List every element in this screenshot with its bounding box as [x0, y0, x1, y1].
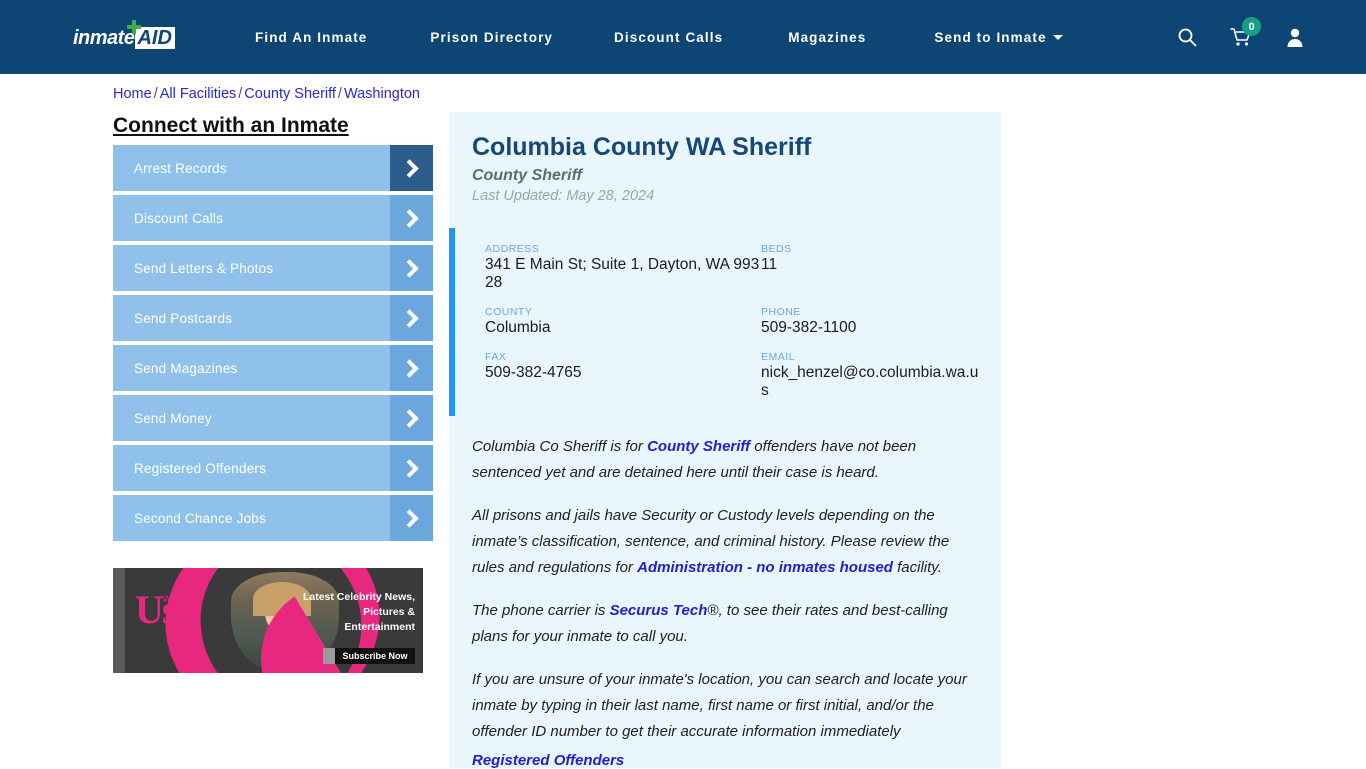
- link-administration-no-inmates-housed[interactable]: Administration - no inmates housed: [637, 559, 893, 576]
- sidebar-item-label: Registered Offenders: [134, 460, 267, 476]
- medical-cross-icon: [127, 20, 142, 34]
- chevron-right-icon: [390, 445, 433, 491]
- top-navigation-bar: inmate AID Find An Inmate Prison Directo…: [0, 0, 1366, 74]
- field-value: 11: [761, 256, 778, 273]
- breadcrumb-item-all-facilities[interactable]: All Facilities: [160, 86, 237, 102]
- breadcrumb-separator: /: [238, 86, 243, 102]
- nav-icon-group: 0: [1176, 0, 1306, 74]
- field-value: 509-382-4765: [485, 364, 582, 381]
- sidebar-item-discount-calls[interactable]: Discount Calls: [113, 195, 433, 241]
- facility-description: Columbia Co Sheriff is for County Sherif…: [472, 434, 978, 769]
- nav-item-magazines[interactable]: Magazines: [788, 30, 866, 45]
- breadcrumb: Home / All Facilities / County Sheriff / Washi…: [113, 86, 420, 102]
- nav-item-send-to-inmate-label: Send to Inmate: [934, 29, 1047, 45]
- link-county-sheriff[interactable]: County Sheriff: [647, 438, 750, 455]
- sidebar-item-label: Discount Calls: [134, 210, 224, 226]
- nav-item-send-to-inmate[interactable]: Send to Inmate: [934, 29, 1063, 45]
- link-securus-tech[interactable]: Securus Tech: [610, 602, 708, 619]
- sidebar-item-second-chance-jobs[interactable]: Second Chance Jobs: [113, 495, 433, 541]
- logo-text-aid: AID: [127, 20, 175, 49]
- field-value: nick_henzel@co.columbia.wa.us: [761, 364, 979, 399]
- facility-type: County Sheriff: [472, 167, 582, 184]
- facility-last-updated: Last Updated: May 28, 2024: [472, 188, 655, 204]
- facility-field-address: ADDRESS 341 E Main St; Suite 1, Dayton, …: [485, 243, 761, 292]
- chevron-right-icon: [390, 195, 433, 241]
- chevron-right-icon: [390, 295, 433, 341]
- facility-field-email: EMAIL nick_henzel@co.columbia.wa.us: [761, 351, 979, 400]
- facility-field-county: COUNTY Columbia: [485, 306, 761, 337]
- nav-item-discount-calls[interactable]: Discount Calls: [614, 30, 723, 45]
- facility-info-grid: ADDRESS 341 E Main St; Suite 1, Dayton, …: [485, 243, 979, 400]
- ad-left-strip: [113, 568, 125, 673]
- chevron-right-icon: [390, 495, 433, 541]
- sidebar-item-send-postcards[interactable]: Send Postcards: [113, 295, 433, 341]
- nav-item-prison-directory[interactable]: Prison Directory: [430, 30, 553, 45]
- logo-aid-label: AID: [137, 27, 172, 49]
- link-registered-offenders[interactable]: Registered Offenders: [472, 752, 978, 769]
- ad-headline: Latest Celebrity News, Pictures & Entert…: [302, 591, 415, 633]
- description-paragraph-4: If you are unsure of your inmate's locat…: [472, 667, 978, 745]
- breadcrumb-separator: /: [337, 86, 342, 102]
- cart-count-badge: 0: [1242, 17, 1261, 36]
- sidebar-item-arrest-records[interactable]: Arrest Records: [113, 145, 433, 191]
- sidebar-item-label: Send Magazines: [134, 360, 238, 376]
- field-value: 341 E Main St; Suite 1, Dayton, WA 99328: [485, 256, 760, 291]
- facility-field-phone: PHONE 509-382-1100: [761, 306, 979, 337]
- facility-detail-panel: Columbia County WA Sheriff County Sherif…: [449, 112, 1001, 769]
- advertisement-banner[interactable]: Us WEEKLY Latest Celebrity News, Picture…: [113, 568, 423, 673]
- sidebar-menu: Arrest Records Discount Calls Send Lette…: [113, 145, 433, 545]
- breadcrumb-separator: /: [153, 86, 158, 102]
- sidebar-item-label: Send Money: [134, 410, 212, 426]
- sidebar-item-label: Send Postcards: [134, 310, 233, 326]
- chevron-down-icon: [1052, 34, 1063, 40]
- field-value: Columbia: [485, 319, 551, 336]
- chevron-right-icon: [390, 395, 433, 441]
- description-paragraph-1: Columbia Co Sheriff is for County Sherif…: [472, 434, 978, 486]
- description-paragraph-3: The phone carrier is Securus Tech®, to s…: [472, 598, 978, 650]
- logo-text-inmate: inmate: [73, 26, 135, 49]
- breadcrumb-item-county-sheriff[interactable]: County Sheriff: [244, 86, 336, 102]
- field-value: 509-382-1100: [761, 319, 857, 336]
- field-label: PHONE: [761, 306, 801, 318]
- cart-icon[interactable]: 0: [1230, 17, 1261, 49]
- sidebar-item-registered-offenders[interactable]: Registered Offenders: [113, 445, 433, 491]
- nav-links: Find An Inmate Prison Directory Discount…: [255, 0, 1063, 74]
- sidebar-item-send-letters-photos[interactable]: Send Letters & Photos: [113, 245, 433, 291]
- field-label: COUNTY: [485, 306, 533, 318]
- field-label: ADDRESS: [485, 243, 540, 255]
- sidebar-item-label: Second Chance Jobs: [134, 510, 266, 526]
- breadcrumb-item-home[interactable]: Home: [113, 86, 152, 102]
- sidebar-item-label: Arrest Records: [134, 160, 227, 176]
- facility-info-box: ADDRESS 341 E Main St; Suite 1, Dayton, …: [449, 228, 1001, 416]
- sidebar-title[interactable]: Connect with an Inmate: [113, 114, 349, 138]
- sidebar-item-send-money[interactable]: Send Money: [113, 395, 433, 441]
- sidebar-item-send-magazines[interactable]: Send Magazines: [113, 345, 433, 391]
- field-label: EMAIL: [761, 351, 796, 363]
- field-label: BEDS: [761, 243, 792, 255]
- chevron-right-icon: [390, 145, 433, 191]
- user-icon[interactable]: [1284, 25, 1306, 49]
- nav-item-find-an-inmate[interactable]: Find An Inmate: [255, 30, 367, 45]
- p4-text: If you are unsure of your inmate's locat…: [472, 671, 967, 740]
- sidebar-item-label: Send Letters & Photos: [134, 260, 274, 276]
- site-logo[interactable]: inmate AID: [73, 20, 175, 51]
- ad-subscribe-button[interactable]: Subscribe Now: [323, 648, 415, 664]
- field-label: FAX: [485, 351, 507, 363]
- breadcrumb-item-washington[interactable]: Washington: [344, 86, 420, 102]
- ad-brand-sublabel: WEEKLY: [163, 594, 206, 604]
- p3-text-a: The phone carrier is: [472, 602, 610, 619]
- facility-field-fax: FAX 509-382-4765: [485, 351, 761, 400]
- search-icon[interactable]: [1176, 25, 1198, 49]
- facility-field-beds: BEDS 11: [761, 243, 979, 292]
- page-title: Columbia County WA Sheriff: [472, 133, 812, 161]
- chevron-right-icon: [390, 245, 433, 291]
- chevron-right-icon: [390, 345, 433, 391]
- description-paragraph-2: All prisons and jails have Security or C…: [472, 503, 978, 581]
- p2-text-b: facility.: [892, 559, 942, 576]
- p1-text-a: Columbia Co Sheriff is for: [472, 438, 648, 455]
